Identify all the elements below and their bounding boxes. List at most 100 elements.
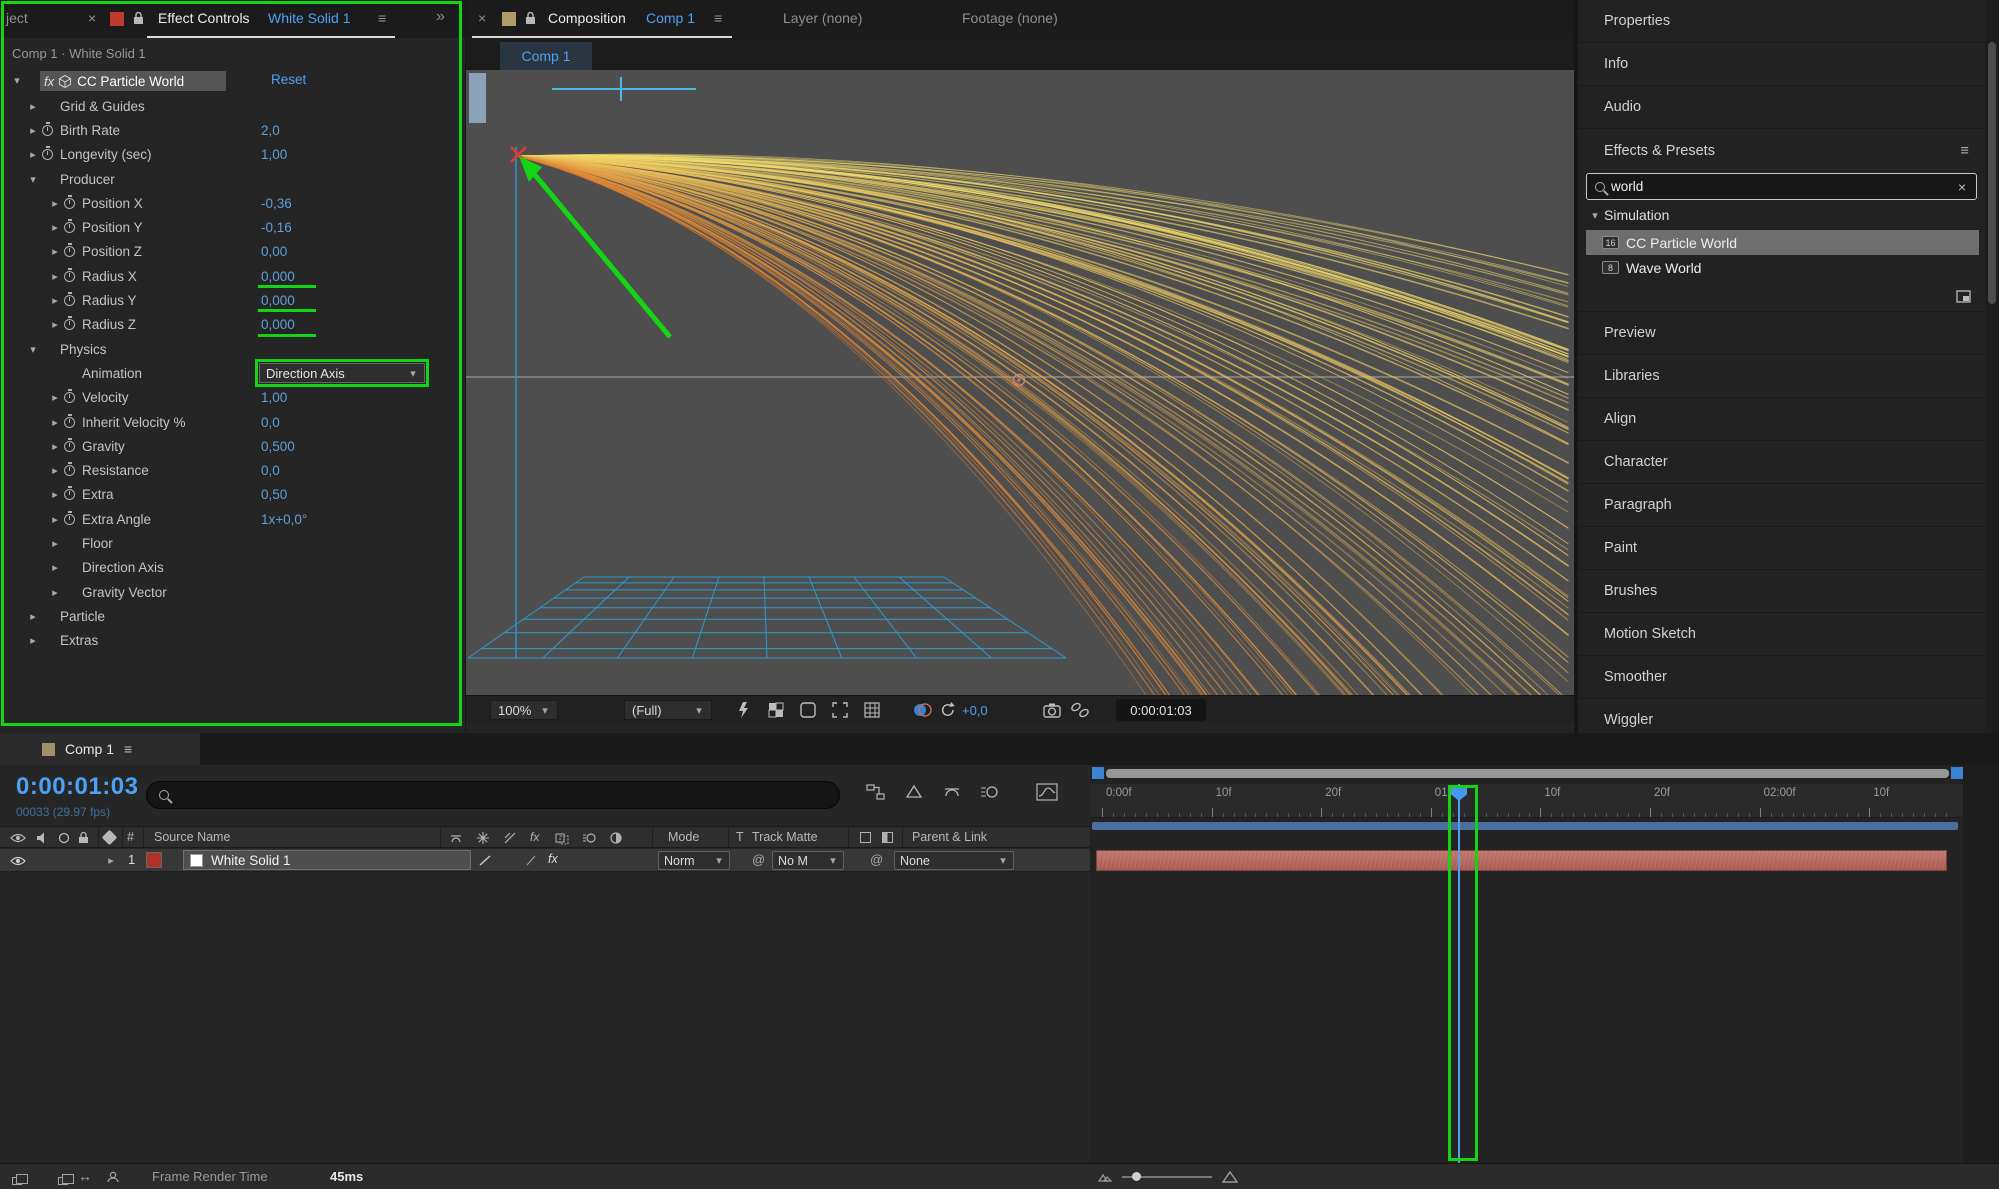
property-row-grid-guides[interactable]: ▸Grid & Guides xyxy=(0,94,465,118)
expander-icon[interactable]: ▸ xyxy=(46,488,64,501)
property-row-velocity[interactable]: ▸Velocity1,00 xyxy=(0,386,465,410)
panel-menu-icon[interactable]: ≡ xyxy=(1961,143,1969,159)
property-row-resistance[interactable]: ▸Resistance0,0 xyxy=(0,458,465,482)
stopwatch-icon[interactable] xyxy=(42,125,53,136)
expander-icon[interactable]: ▾ xyxy=(24,343,42,356)
expander-icon[interactable]: ▸ xyxy=(46,561,64,574)
draft-3d-icon[interactable] xyxy=(904,783,924,801)
panel-header-paragraph[interactable]: Paragraph xyxy=(1578,484,1985,527)
panel-header-audio[interactable]: Audio xyxy=(1578,86,1985,129)
timeline-tab-comp1[interactable]: Comp 1 ≡ xyxy=(0,733,200,765)
property-value[interactable]: 0,00 xyxy=(261,244,287,259)
property-row-inherit-velocity[interactable]: ▸Inherit Velocity %0,0 xyxy=(0,410,465,434)
tab-layer-panel[interactable]: Layer (none) xyxy=(783,10,862,26)
property-row-birth-rate[interactable]: ▸Birth Rate2,0 xyxy=(0,118,465,142)
property-value[interactable]: 0,000 xyxy=(261,317,295,332)
effect-item-cc-particle-world[interactable]: 16CC Particle World xyxy=(1586,230,1979,255)
layer-duration-bar[interactable] xyxy=(1096,850,1947,871)
fast-previews-icon[interactable] xyxy=(734,700,754,720)
timeline-track-area[interactable]: 0:00f10f20f01:00f10f20f02:00f10f xyxy=(1090,765,1963,1163)
composition-viewer[interactable] xyxy=(466,70,1574,695)
audio-column-icon[interactable] xyxy=(36,832,49,844)
zoom-dropdown[interactable]: 100%▾ xyxy=(490,700,558,720)
transfer-controls-toggle-icon[interactable] xyxy=(58,1177,68,1185)
show-snapshot-icon[interactable] xyxy=(1070,700,1090,720)
property-row-floor[interactable]: ▸Floor xyxy=(0,531,465,555)
property-value[interactable]: 0,000 xyxy=(261,293,295,308)
panel-header-motion-sketch[interactable]: Motion Sketch xyxy=(1578,613,1985,656)
property-row-extras[interactable]: ▸Extras xyxy=(0,629,465,653)
expander-icon[interactable]: ▾ xyxy=(8,74,26,87)
expander-icon[interactable]: ▸ xyxy=(46,513,64,526)
panel-header-smoother[interactable]: Smoother xyxy=(1578,656,1985,699)
tab-comp-name[interactable]: Comp 1 xyxy=(646,10,695,26)
timeline-options-icon[interactable] xyxy=(106,1171,121,1183)
mini-flowchart-icon[interactable] xyxy=(866,783,886,801)
property-row-physics[interactable]: ▾Physics xyxy=(0,337,465,361)
property-row-gravity-vector[interactable]: ▸Gravity Vector xyxy=(0,580,465,604)
stopwatch-icon[interactable] xyxy=(64,392,75,403)
graph-editor-icon[interactable] xyxy=(1036,783,1058,801)
fx-switch-icon[interactable]: fx xyxy=(530,830,539,844)
property-value[interactable]: 1x+0,0° xyxy=(261,512,307,527)
expander-icon[interactable]: ▸ xyxy=(46,221,64,234)
expander-icon[interactable]: ▸ xyxy=(46,270,64,283)
panel-menu-icon[interactable]: ≡ xyxy=(124,741,132,757)
resolution-dropdown[interactable]: (Full)▾ xyxy=(624,700,712,720)
panel-menu-icon[interactable]: ≡ xyxy=(714,10,722,26)
expander-icon[interactable]: ▸ xyxy=(24,610,42,623)
expander-icon[interactable]: ▸ xyxy=(46,440,64,453)
property-row-extra[interactable]: ▸Extra0,50 xyxy=(0,483,465,507)
index-column-label[interactable]: # xyxy=(127,830,134,844)
parent-pickwhip-icon[interactable]: @ xyxy=(870,852,883,867)
matte-invert-icon[interactable] xyxy=(882,832,893,843)
quality-switch-icon[interactable] xyxy=(503,831,517,845)
frame-blend-toggle-icon[interactable] xyxy=(524,854,538,867)
expander-icon[interactable]: ▸ xyxy=(46,294,64,307)
expander-icon[interactable]: ▸ xyxy=(46,464,64,477)
in-out-toggle-icon[interactable]: ↔ xyxy=(78,1168,92,1184)
property-row-animation[interactable]: AnimationDirection Axis▾ xyxy=(0,361,465,385)
stopwatch-icon[interactable] xyxy=(64,441,75,452)
timeline-search-input[interactable] xyxy=(175,788,775,803)
effects-search-box[interactable]: × xyxy=(1586,173,1977,200)
layer-label-color[interactable] xyxy=(146,852,162,868)
motion-blur-icon[interactable] xyxy=(980,783,1000,801)
stopwatch-icon[interactable] xyxy=(64,198,75,209)
parent-link-column[interactable]: Parent & Link xyxy=(912,830,987,844)
timeline-search-box[interactable] xyxy=(146,781,840,809)
lock-column-icon[interactable] xyxy=(78,831,89,844)
layer-visibility-icon[interactable] xyxy=(10,855,26,867)
collapse-switch-icon[interactable] xyxy=(476,831,490,845)
expander-icon[interactable]: ▸ xyxy=(46,318,64,331)
work-area-bar[interactable] xyxy=(1092,822,1958,830)
expander-icon[interactable]: ▸ xyxy=(46,586,64,599)
panel-header-wiggler[interactable]: Wiggler xyxy=(1578,699,1985,733)
property-value[interactable]: 0,000 xyxy=(261,269,295,284)
property-value[interactable]: 1,00 xyxy=(261,147,287,162)
playhead-line[interactable] xyxy=(1458,784,1460,1163)
tab-effect-controls[interactable]: Effect Controls xyxy=(158,10,250,26)
search-input[interactable] xyxy=(1611,179,1911,194)
property-row-particle[interactable]: ▸Particle xyxy=(0,604,465,628)
mask-visibility-icon[interactable] xyxy=(798,700,818,720)
matte-preserve-icon[interactable] xyxy=(860,832,871,843)
expander-icon[interactable]: ▾ xyxy=(24,173,42,186)
expander-icon[interactable]: ▸ xyxy=(24,124,42,137)
tab-composition[interactable]: Composition xyxy=(548,10,626,26)
stopwatch-icon[interactable] xyxy=(64,319,75,330)
stopwatch-icon[interactable] xyxy=(64,246,75,257)
solo-column-icon[interactable] xyxy=(58,832,70,844)
property-value[interactable]: 0,500 xyxy=(261,439,295,454)
property-row-extra-angle[interactable]: ▸Extra Angle1x+0,0° xyxy=(0,507,465,531)
current-timecode[interactable]: 0:00:01:03 xyxy=(16,773,138,801)
tab-layer-name[interactable]: White Solid 1 xyxy=(268,10,350,26)
simulation-group-row[interactable]: ▾ Simulation xyxy=(1586,207,1669,223)
exposure-offset-value[interactable]: +0,0 xyxy=(962,703,988,718)
expander-icon[interactable]: ▾ xyxy=(1586,209,1604,222)
layer-name-cell[interactable]: White Solid 1 xyxy=(183,850,471,870)
video-column-icon[interactable] xyxy=(10,832,26,844)
time-ruler[interactable]: 0:00f10f20f01:00f10f20f02:00f10f xyxy=(1090,784,1963,818)
property-value[interactable]: 0,50 xyxy=(261,487,287,502)
parent-dropdown[interactable]: None▾ xyxy=(894,851,1014,870)
